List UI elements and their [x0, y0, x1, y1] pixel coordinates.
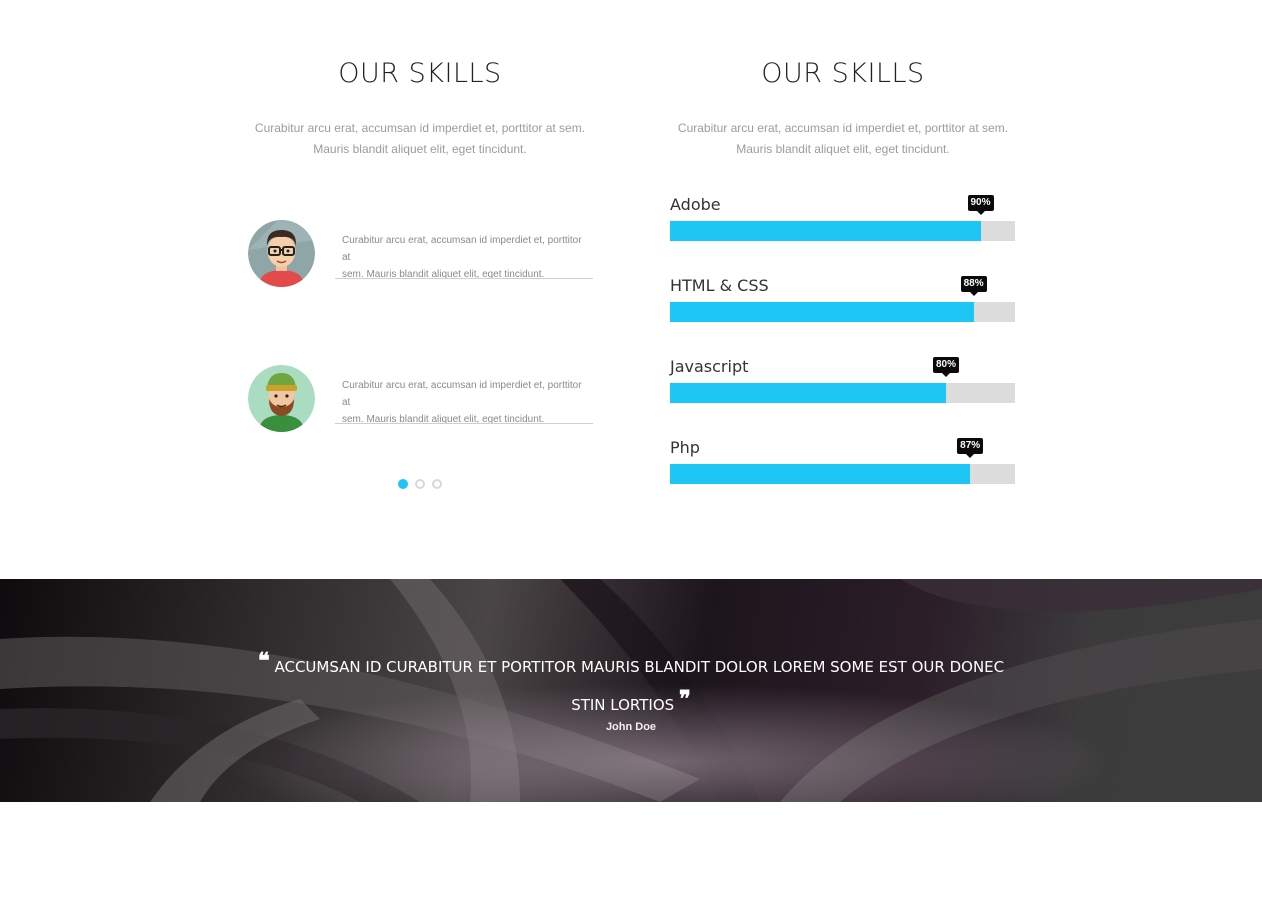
progress-fill [670, 464, 971, 484]
percent-tooltip: 87% [957, 438, 984, 458]
progress-bar [670, 383, 1015, 403]
skill-name: Javascript [670, 357, 749, 376]
carousel-dot[interactable] [415, 479, 425, 489]
quote-text: ❝ ACCUMSAN ID CURABITUR ET PORTITOR MAUR… [257, 648, 1005, 714]
skill-name: Php [670, 438, 700, 457]
testimonial-text: Curabitur arcu erat, accumsan id imperdi… [342, 235, 582, 280]
progress-bar [670, 302, 1015, 322]
man-glasses-avatar [248, 220, 315, 287]
testimonial-text: Curabitur arcu erat, accumsan id imperdi… [342, 380, 582, 425]
testimonial-item: Curabitur arcu erat, accumsan id imperdi… [248, 220, 595, 290]
progress-fill [670, 302, 974, 322]
skill-html-css: HTML & CSS 88% [670, 276, 1015, 326]
skill-name: HTML & CSS [670, 276, 769, 295]
percent-tooltip: 88% [960, 276, 987, 296]
bearded-man-beanie-avatar [248, 365, 315, 432]
quote-author: John Doe [605, 721, 657, 733]
percent-tooltip: 90% [967, 195, 994, 215]
section-subtitle: Curabitur arcu erat, accumsan id imperdi… [254, 121, 586, 156]
section-subtitle: Curabitur arcu erat, accumsan id imperdi… [677, 121, 1009, 156]
section-title: OUR SKILLS [338, 58, 502, 89]
skill-php: Php 87% [670, 438, 1015, 488]
skill-name: Adobe [670, 195, 721, 214]
progress-bar [670, 464, 1015, 484]
testimonial-item: Curabitur arcu erat, accumsan id imperdi… [248, 365, 595, 435]
progress-fill [670, 383, 946, 403]
close-quote-icon: ❞ [678, 686, 691, 712]
percent-tooltip: 80% [932, 357, 960, 377]
quote-banner: ❝ ACCUMSAN ID CURABITUR ET PORTITOR MAUR… [0, 579, 1262, 802]
progress-fill [670, 221, 981, 241]
carousel-dot[interactable] [432, 479, 442, 489]
open-quote-icon: ❝ [257, 648, 270, 674]
carousel-dot[interactable] [398, 479, 408, 489]
section-title: OUR SKILLS [761, 58, 925, 89]
divider [335, 278, 593, 279]
carousel-dots [398, 479, 442, 489]
progress-bar [670, 221, 1015, 241]
divider [335, 423, 593, 424]
skill-adobe: Adobe 90% [670, 195, 1015, 245]
skill-javascript: Javascript 80% [670, 357, 1015, 407]
